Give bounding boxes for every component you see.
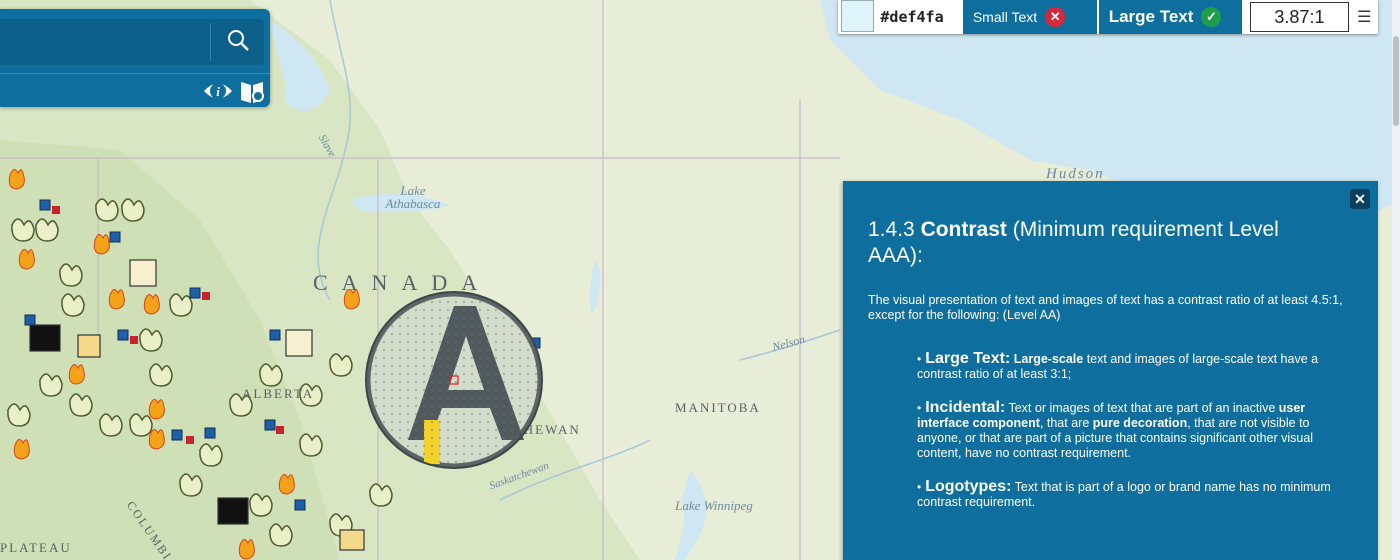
province-label-alberta: ALBERTA — [242, 386, 315, 401]
fail-icon: ✕ — [1045, 7, 1066, 27]
pass-icon: ✓ — [1201, 7, 1222, 27]
magnifier-graphic — [365, 291, 543, 469]
panel-tools: i — [202, 76, 266, 111]
list-icon: ☰ — [1357, 9, 1372, 26]
criterion-name: Contrast — [920, 218, 1007, 241]
search-box — [0, 19, 264, 65]
close-button[interactable]: ✕ — [1350, 189, 1370, 209]
small-text-label: Small Text — [972, 9, 1038, 25]
search-divider — [210, 23, 211, 61]
region-label-plateau: PLATEAU — [0, 540, 72, 555]
scrollbar-thumb[interactable] — [1393, 36, 1399, 126]
accessibility-info-icon[interactable]: i — [202, 76, 234, 111]
item-term: Logotypes: — [925, 478, 1012, 495]
color-swatch[interactable] — [841, 0, 875, 32]
list-item: • Large Text: Large-scale text and images… — [917, 350, 1319, 382]
lake-label-athabasca: Lake Athabasca — [385, 183, 441, 211]
item-term: Incidental: — [925, 399, 1006, 416]
book-icon[interactable] — [238, 76, 266, 111]
contrast-checker-bar: #def4fa Small Text ✕ Large Text ✓ 3.87:1… — [838, 0, 1378, 34]
item-term: Large Text: — [925, 350, 1011, 367]
item-emphasis: pure decoration — [1092, 416, 1188, 430]
list-item: • Logotypes: Text that is part of a logo … — [917, 478, 1331, 510]
search-panel: i — [0, 9, 270, 107]
search-input[interactable] — [0, 19, 211, 65]
item-emphasis: Large-scale — [1013, 352, 1084, 366]
svg-text:i: i — [216, 84, 220, 99]
list-menu-button[interactable]: ☰ — [1351, 0, 1378, 34]
lake-label-winnipeg: Lake Winnipeg — [675, 498, 753, 513]
small-text-result: Small Text ✕ — [962, 0, 1097, 34]
exception-list: • Large Text: Large-scale text and images… — [917, 351, 1347, 528]
criterion-number: 1.4.3 — [868, 218, 915, 241]
province-label-manitoba: MANITOBA — [675, 400, 761, 415]
criterion-description: The visual presentation of text and imag… — [868, 293, 1343, 322]
contrast-ratio: 3.87:1 — [1250, 2, 1349, 32]
list-item: • Incidental: Text or images of text that… — [917, 399, 1314, 461]
large-text-result: Large Text ✓ — [1098, 0, 1243, 34]
close-icon: ✕ — [1354, 190, 1366, 207]
search-button[interactable] — [214, 19, 262, 65]
hex-value: #def4fa — [880, 8, 944, 26]
large-text-label: Large Text — [1108, 7, 1194, 26]
search-icon — [226, 28, 250, 57]
wcag-info-panel: ✕ 1.4.3 Contrast (Minimum requirement Le… — [843, 181, 1378, 560]
info-title: 1.4.3 Contrast (Minimum requirement Leve… — [868, 217, 1338, 269]
magnifier-lens[interactable] — [364, 290, 544, 470]
panel-divider — [0, 73, 270, 74]
